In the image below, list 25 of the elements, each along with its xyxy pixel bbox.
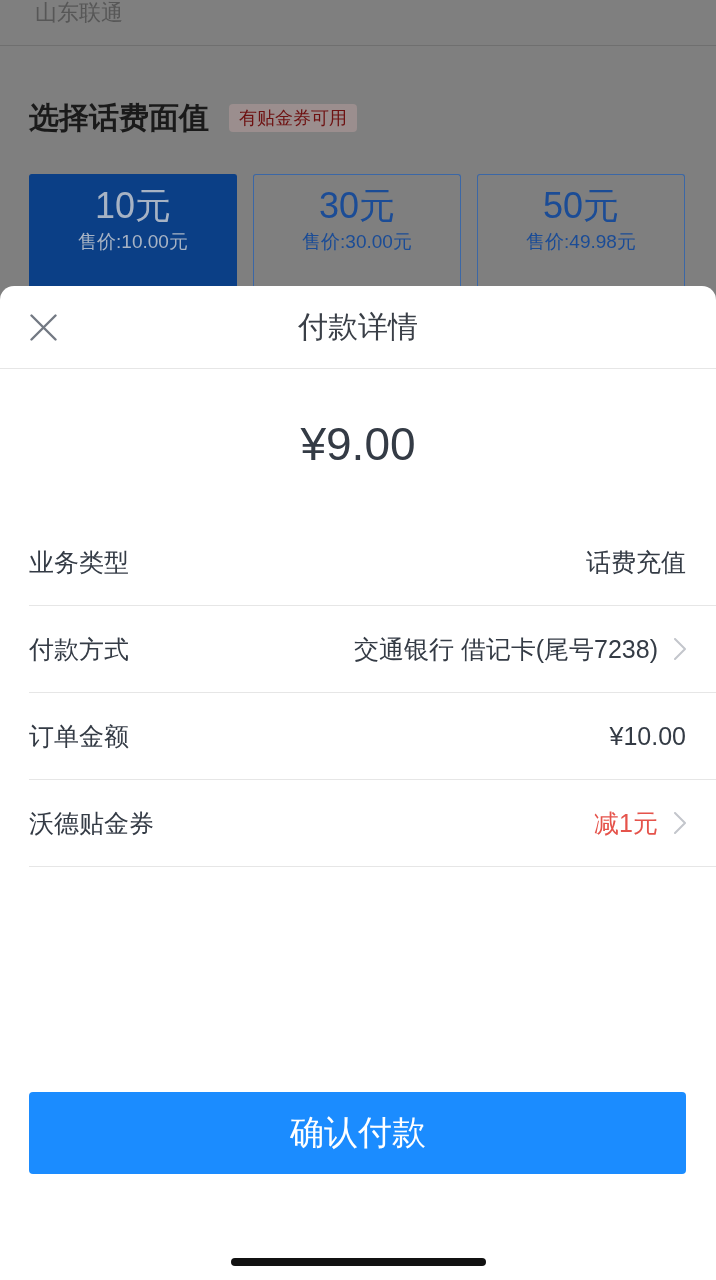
coupon-badge: 有贴金券可用 [229, 104, 357, 132]
sale-price: 售价:49.98元 [526, 230, 636, 254]
close-icon[interactable] [30, 313, 57, 341]
face-value: 30元 [318, 186, 395, 226]
detail-value: 话费充值 [586, 547, 686, 578]
detail-label: 订单金额 [29, 721, 130, 752]
section-title: 选择话费面值 [29, 100, 209, 136]
face-value: 10元 [94, 186, 171, 226]
denomination-card[interactable]: 10元 售价:10.00元 [29, 174, 237, 286]
payment-amount: ¥9.00 [300, 417, 416, 471]
sheet-title: 付款详情 [297, 309, 419, 345]
detail-value: ¥10.00 [609, 721, 686, 752]
detail-label: 沃德贴金券 [29, 808, 155, 839]
detail-value: 减1元 [594, 808, 658, 839]
chevron-right-icon[interactable] [674, 812, 686, 834]
sale-price: 售价:30.00元 [302, 230, 412, 254]
detail-label: 业务类型 [29, 547, 130, 578]
detail-label: 付款方式 [29, 634, 130, 665]
confirm-payment-button[interactable]: 确认付款 [29, 1092, 686, 1174]
denomination-card[interactable]: 50元 售价:49.98元 [477, 174, 685, 286]
sale-price: 售价:10.00元 [78, 230, 188, 254]
detail-value: 交通银行 借记卡(尾号7238) [353, 634, 658, 665]
chevron-right-icon[interactable] [674, 638, 686, 660]
denomination-card[interactable]: 30元 售价:30.00元 [253, 174, 461, 286]
face-value: 50元 [542, 186, 619, 226]
